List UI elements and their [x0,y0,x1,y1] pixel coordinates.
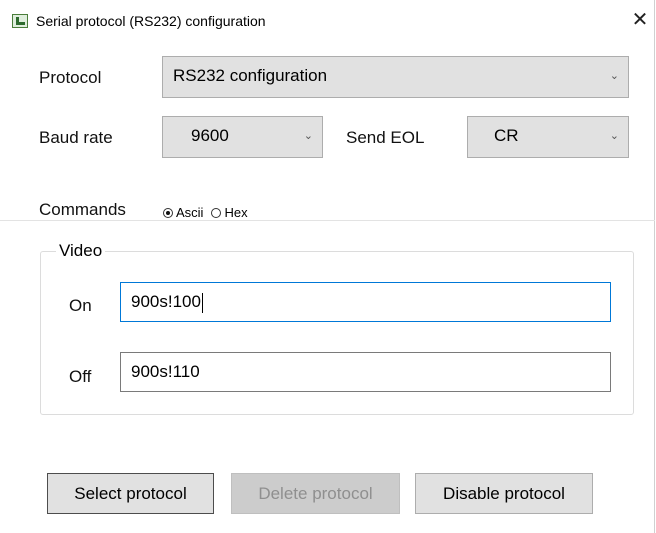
video-on-value: 900s!100 [131,292,201,311]
chevron-down-icon: ⌄ [303,130,313,142]
radio-checked-icon [163,207,173,218]
baud-rate-dropdown[interactable]: 9600 ⌄ [162,116,323,158]
ascii-radio[interactable]: Ascii [163,205,203,220]
window-title: Serial protocol (RS232) configuration [36,13,266,29]
serial-port-icon [12,14,28,28]
video-on-label: On [69,296,92,315]
baud-rate-selected-value: 9600 [191,126,229,145]
commands-label: Commands [39,200,126,219]
video-off-input[interactable]: 900s!110 [120,352,611,392]
delete-protocol-button[interactable]: Delete protocol [231,473,400,514]
chevron-down-icon: ⌄ [609,130,619,142]
video-off-value: 900s!110 [131,362,200,381]
divider [0,220,655,221]
video-off-label: Off [69,367,92,386]
chevron-down-icon: ⌄ [609,70,619,82]
send-eol-label: Send EOL [346,128,425,147]
text-caret [201,292,203,313]
hex-radio-label: Hex [224,205,248,220]
baud-rate-label: Baud rate [39,128,113,147]
protocol-selected-value: RS232 configuration [173,66,328,85]
video-group-title: Video [56,241,106,261]
protocol-label: Protocol [39,68,102,87]
title-bar: Serial protocol (RS232) configuration ✕ [0,0,655,40]
radio-unchecked-icon [211,207,222,218]
dialog-window: Serial protocol (RS232) configuration ✕ … [0,0,655,533]
commands-format-radio-group: Ascii Hex [163,205,256,220]
hex-radio[interactable]: Hex [211,205,248,220]
send-eol-dropdown[interactable]: CR ⌄ [467,116,629,158]
ascii-radio-label: Ascii [176,205,204,220]
close-button[interactable]: ✕ [628,8,652,32]
select-protocol-button[interactable]: Select protocol [47,473,214,514]
send-eol-selected-value: CR [494,126,519,145]
disable-protocol-button[interactable]: Disable protocol [415,473,593,514]
video-on-input[interactable]: 900s!100 [120,282,611,322]
protocol-dropdown[interactable]: RS232 configuration ⌄ [162,56,629,98]
